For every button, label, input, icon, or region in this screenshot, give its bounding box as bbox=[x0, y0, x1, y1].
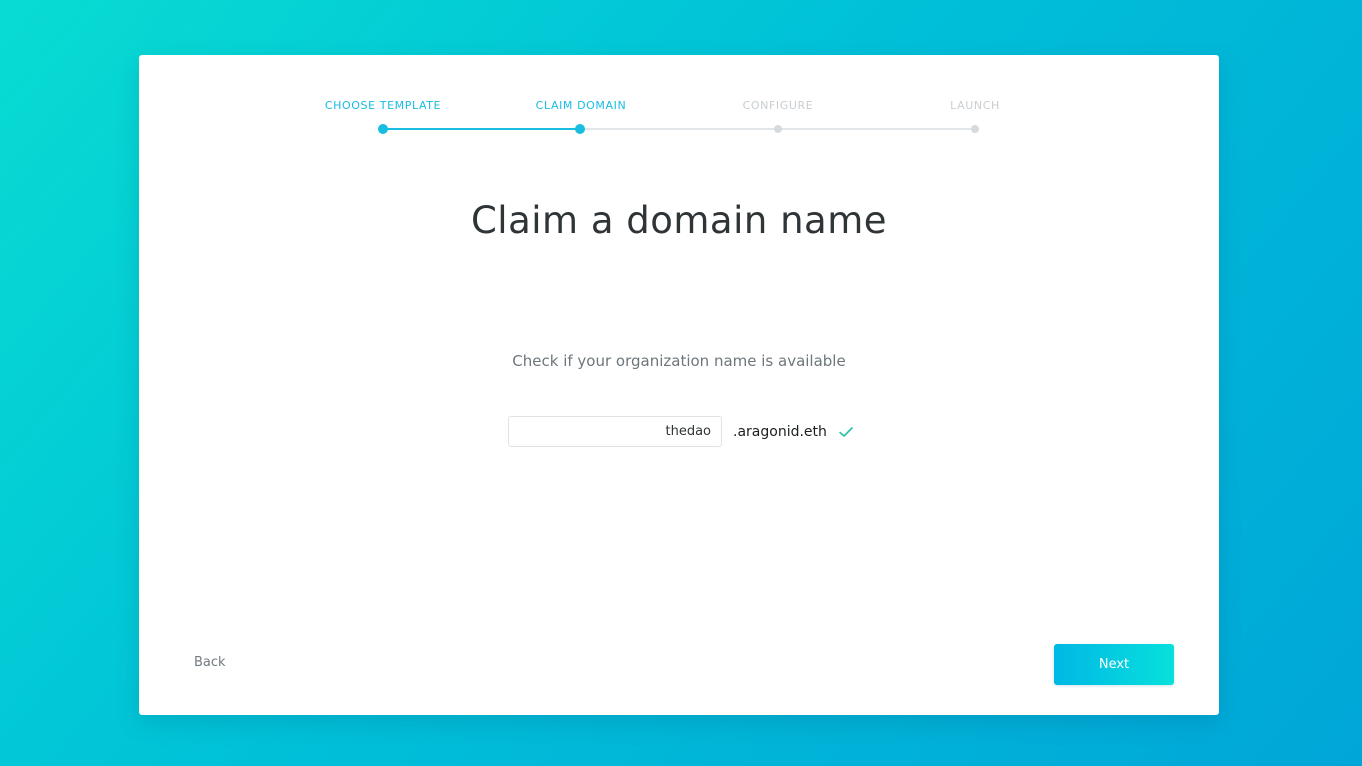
step-dot-launch bbox=[971, 125, 979, 133]
next-button[interactable]: Next bbox=[1054, 644, 1174, 685]
stepper: CHOOSE TEMPLATE CLAIM DOMAIN CONFIGURE L… bbox=[139, 55, 1219, 145]
step-connector-3 bbox=[778, 128, 975, 130]
page-subtitle: Check if your organization name is avail… bbox=[512, 352, 846, 370]
domain-row: .aragonid.eth bbox=[508, 415, 854, 448]
page-title: Claim a domain name bbox=[470, 199, 888, 242]
step-connector-1 bbox=[383, 128, 580, 130]
onboarding-card: CHOOSE TEMPLATE CLAIM DOMAIN CONFIGURE L… bbox=[139, 55, 1219, 715]
check-icon bbox=[838, 424, 854, 440]
step-label-choose-template: CHOOSE TEMPLATE bbox=[324, 99, 442, 112]
step-label-configure: CONFIGURE bbox=[742, 99, 814, 112]
step-dot-claim-domain bbox=[575, 124, 585, 134]
step-connector-2 bbox=[580, 128, 778, 130]
domain-suffix: .aragonid.eth bbox=[733, 423, 827, 440]
step-label-claim-domain: CLAIM DOMAIN bbox=[535, 99, 627, 112]
step-dot-choose-template bbox=[378, 124, 388, 134]
step-label-launch: LAUNCH bbox=[950, 99, 1000, 112]
back-button[interactable]: Back bbox=[194, 655, 226, 670]
domain-name-input[interactable] bbox=[508, 416, 722, 447]
step-dot-configure bbox=[774, 125, 782, 133]
